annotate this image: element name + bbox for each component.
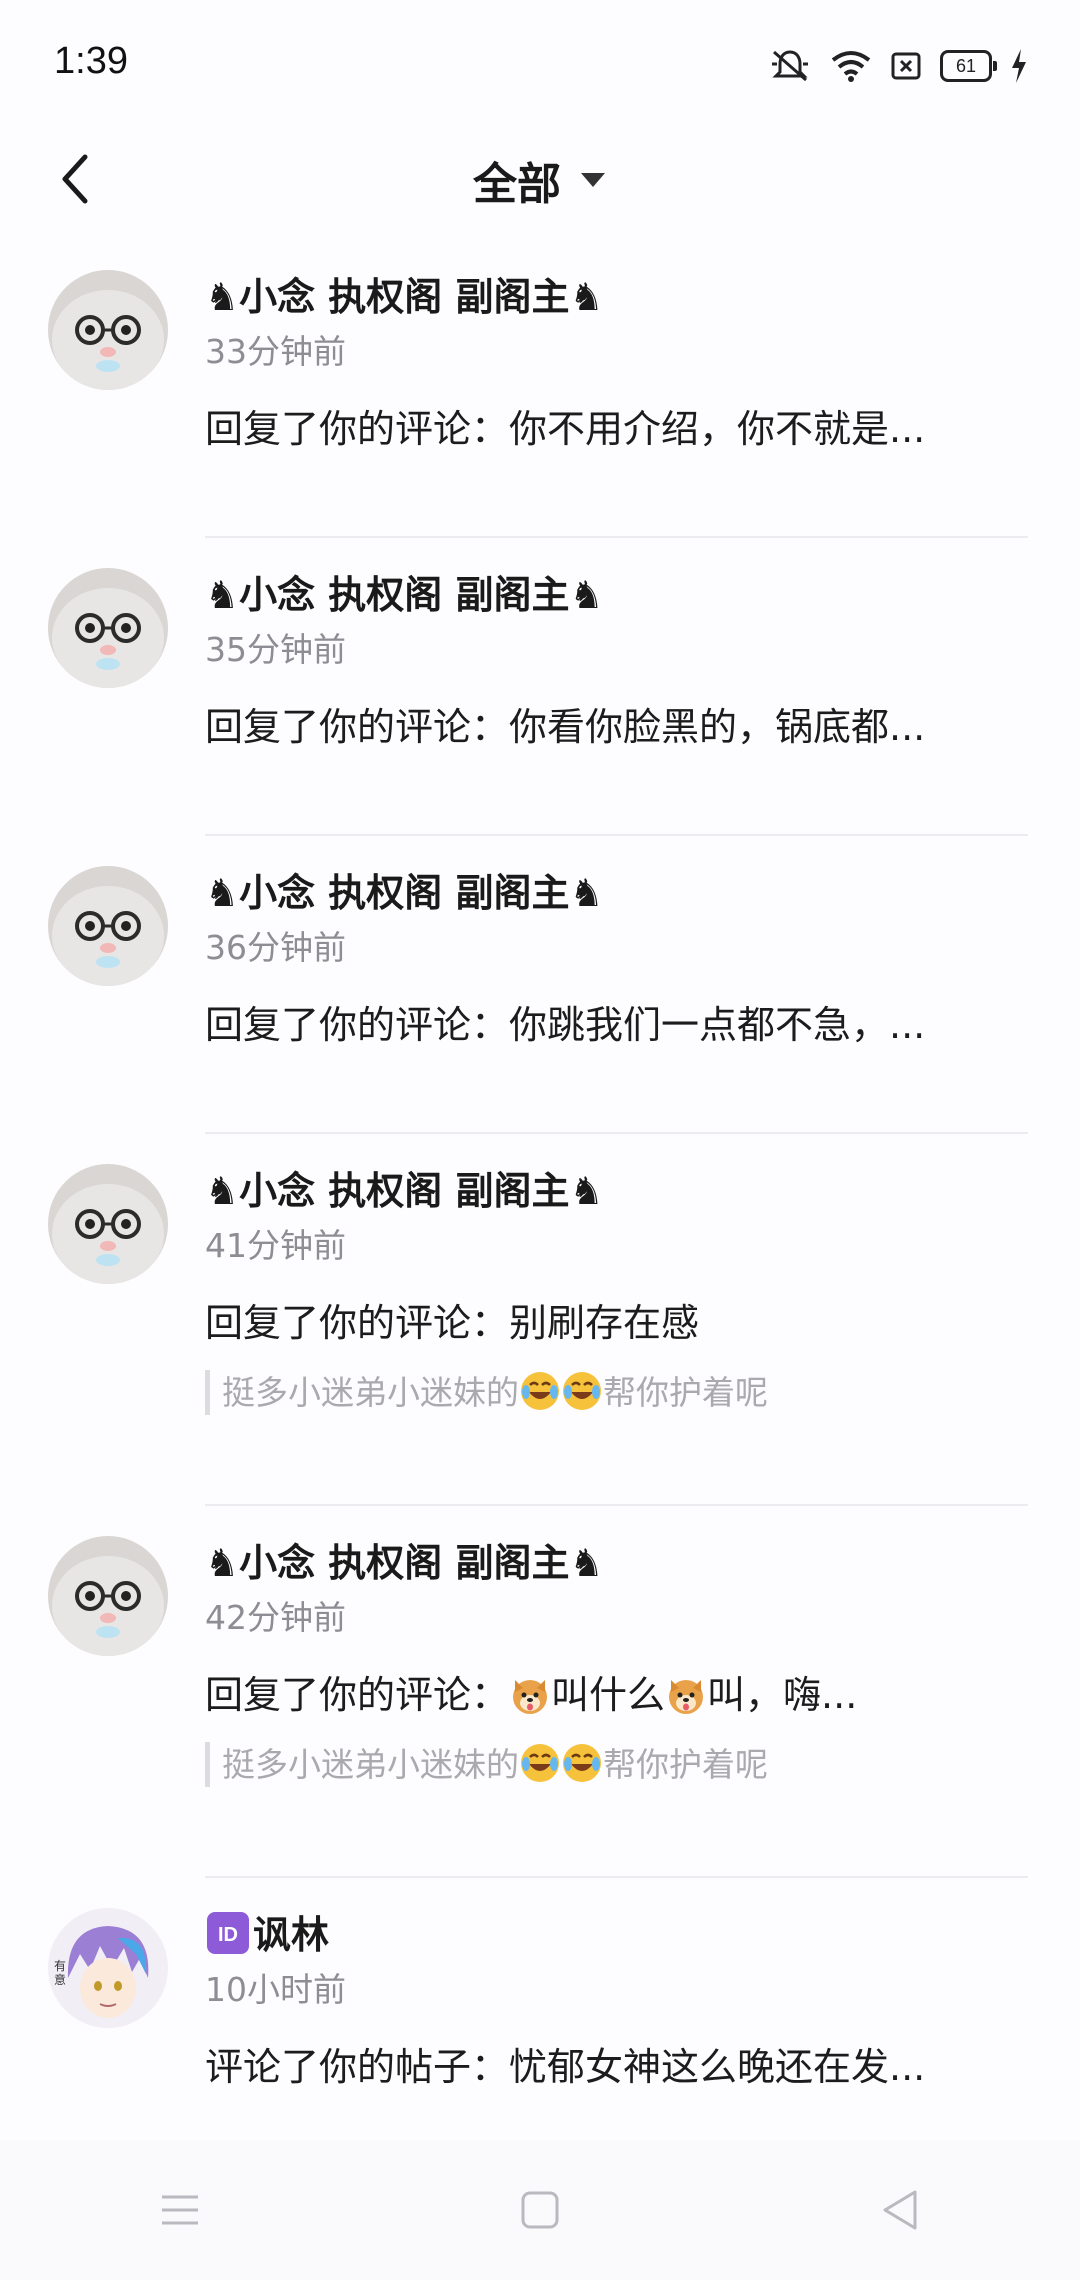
id-badge-icon: ID bbox=[207, 1912, 249, 1954]
status-time: 1:39 bbox=[54, 40, 128, 82]
battery-level: 61 bbox=[955, 55, 977, 76]
dog-face-emoji-icon bbox=[513, 1680, 548, 1714]
status-icons: 61 bbox=[768, 44, 1028, 88]
list-item[interactable]: ♞小念 执权阁 副阁主♞ 42分钟前 回复了你的评论： 叫什么 叫，嗨... 挺多小… bbox=[0, 1506, 1080, 1878]
notification-text[interactable]: 回复了你的评论：你看你脸黑的，锅底都... bbox=[205, 702, 1028, 752]
notification-text[interactable]: 回复了你的评论： 叫什么 叫，嗨... bbox=[205, 1670, 1028, 1720]
user-name[interactable]: ID 讽林 bbox=[205, 1908, 1028, 1962]
list-item[interactable]: ♞小念 执权阁 副阁主♞ 35分钟前 回复了你的评论：你看你脸黑的，锅底都... bbox=[0, 538, 1080, 836]
menu-button[interactable] bbox=[120, 2160, 240, 2260]
home-button[interactable] bbox=[480, 2160, 600, 2260]
chess-knight-icon: ♞ bbox=[569, 871, 604, 915]
home-square-icon bbox=[521, 2191, 559, 2229]
list-item[interactable]: 有 意 ID 讽林 10小时前 评论了你的帖子：忧郁女神这么晚还在发... bbox=[0, 1878, 1080, 2176]
page-title: 全部 bbox=[473, 159, 561, 210]
chess-knight-icon: ♞ bbox=[569, 275, 604, 319]
avatar[interactable] bbox=[48, 1164, 168, 1284]
avatar[interactable] bbox=[48, 1536, 168, 1656]
avatar[interactable] bbox=[48, 866, 168, 986]
svg-text:ID: ID bbox=[218, 1924, 238, 1946]
laughing-tears-emoji-icon bbox=[563, 1744, 601, 1782]
bell-muted-icon bbox=[772, 50, 808, 82]
timestamp: 36分钟前 bbox=[205, 928, 346, 967]
user-name[interactable]: ♞小念 执权阁 副阁主♞ bbox=[205, 270, 1028, 324]
timestamp: 10小时前 bbox=[205, 1970, 346, 2009]
chess-knight-icon: ♞ bbox=[205, 1541, 240, 1585]
notification-list: ♞小念 执权阁 副阁主♞ 33分钟前 回复了你的评论：你不用介绍，你不就是...… bbox=[0, 240, 1080, 2176]
quoted-comment[interactable]: 挺多小迷弟小迷妹的 帮你护着呢 bbox=[205, 1370, 1028, 1415]
chess-knight-icon: ♞ bbox=[569, 1169, 604, 1213]
user-name[interactable]: ♞小念 执权阁 副阁主♞ bbox=[205, 568, 1028, 622]
list-item[interactable]: ♞小念 执权阁 副阁主♞ 33分钟前 回复了你的评论：你不用介绍，你不就是... bbox=[0, 240, 1080, 538]
caret-down-icon bbox=[581, 173, 605, 187]
system-nav-bar bbox=[0, 2140, 1080, 2280]
wifi-icon bbox=[831, 51, 871, 82]
notification-text[interactable]: 回复了你的评论：你跳我们一点都不急，... bbox=[205, 1000, 1028, 1050]
menu-icon bbox=[162, 2195, 198, 2225]
avatar[interactable]: 有 意 bbox=[48, 1908, 168, 2028]
user-name[interactable]: ♞小念 执权阁 副阁主♞ bbox=[205, 1536, 1028, 1590]
timestamp: 42分钟前 bbox=[205, 1598, 346, 1637]
chess-knight-icon: ♞ bbox=[205, 275, 240, 319]
header: 全部 bbox=[0, 130, 1080, 240]
status-bar: 1:39 61 bbox=[0, 0, 1080, 130]
chess-knight-icon: ♞ bbox=[205, 1169, 240, 1213]
chess-knight-icon: ♞ bbox=[569, 1541, 604, 1585]
quoted-comment[interactable]: 挺多小迷弟小迷妹的 帮你护着呢 bbox=[205, 1742, 1028, 1787]
battery-icon: 61 bbox=[940, 50, 997, 82]
list-item[interactable]: ♞小念 执权阁 副阁主♞ 41分钟前 回复了你的评论：别刷存在感 挺多小迷弟小迷… bbox=[0, 1134, 1080, 1506]
user-name[interactable]: ♞小念 执权阁 副阁主♞ bbox=[205, 1164, 1028, 1218]
list-item[interactable]: ♞小念 执权阁 副阁主♞ 36分钟前 回复了你的评论：你跳我们一点都不急，... bbox=[0, 836, 1080, 1134]
chess-knight-icon: ♞ bbox=[205, 573, 240, 617]
notification-text[interactable]: 回复了你的评论：你不用介绍，你不就是... bbox=[205, 404, 1028, 454]
user-name[interactable]: ♞小念 执权阁 副阁主♞ bbox=[205, 866, 1028, 920]
notification-text[interactable]: 评论了你的帖子：忧郁女神这么晚还在发... bbox=[205, 2042, 1028, 2092]
timestamp: 41分钟前 bbox=[205, 1226, 346, 1265]
chess-knight-icon: ♞ bbox=[569, 573, 604, 617]
charging-icon bbox=[1012, 49, 1026, 83]
sim-off-icon bbox=[891, 52, 921, 80]
back-triangle-icon bbox=[883, 2190, 917, 2230]
laughing-tears-emoji-icon bbox=[563, 1372, 601, 1410]
filter-dropdown[interactable]: 全部 bbox=[0, 140, 1080, 220]
notification-text[interactable]: 回复了你的评论：别刷存在感 bbox=[205, 1298, 1028, 1348]
system-back-button[interactable] bbox=[840, 2160, 960, 2260]
chess-knight-icon: ♞ bbox=[205, 871, 240, 915]
timestamp: 33分钟前 bbox=[205, 332, 346, 371]
laughing-tears-emoji-icon bbox=[521, 1372, 559, 1410]
laughing-tears-emoji-icon bbox=[521, 1744, 559, 1782]
svg-text:有: 有 bbox=[54, 1959, 66, 1973]
timestamp: 35分钟前 bbox=[205, 630, 346, 669]
avatar[interactable] bbox=[48, 568, 168, 688]
svg-text:意: 意 bbox=[54, 1972, 66, 1987]
avatar[interactable] bbox=[48, 270, 168, 390]
dog-face-emoji-icon bbox=[669, 1680, 704, 1714]
